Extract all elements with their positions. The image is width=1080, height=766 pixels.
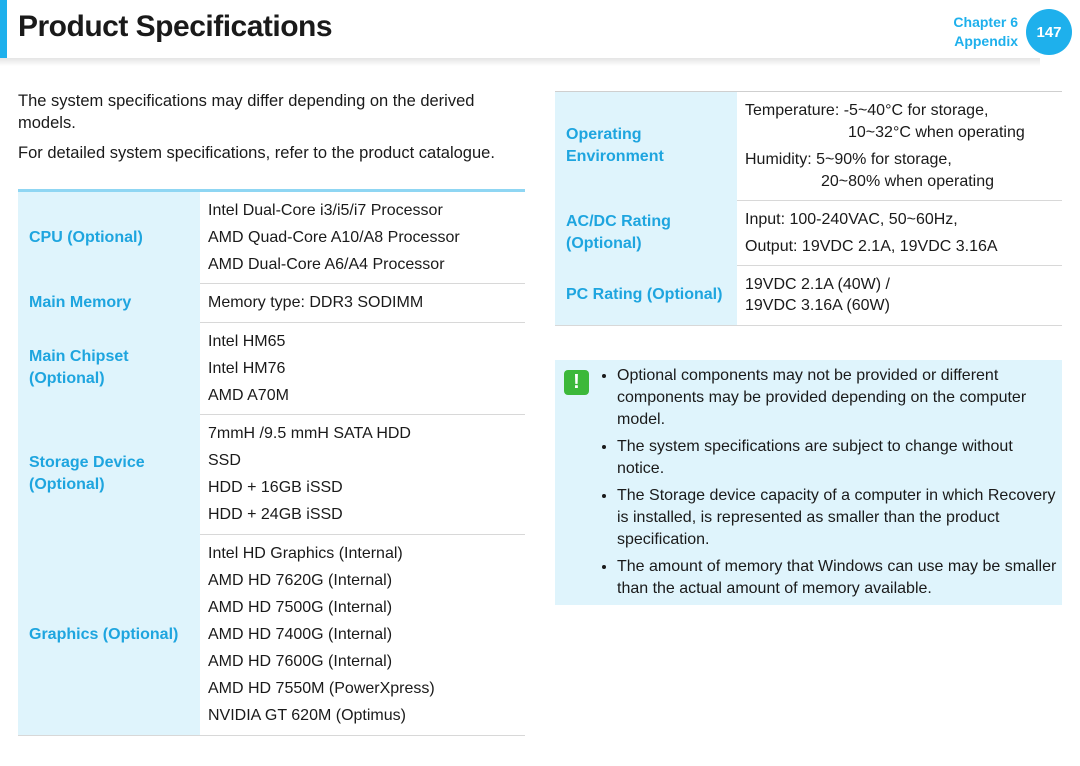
page-title: Product Specifications [18, 10, 333, 43]
spec-table-left: CPU (Optional) Intel Dual-Core i3/i5/i7 P… [18, 189, 525, 736]
spec-label: Main Chipset (Optional) [18, 322, 200, 414]
chapter-label: Chapter 6 Appendix [953, 13, 1018, 51]
spec-value: AMD A70M [208, 386, 289, 404]
spec-value: AMD Quad-Core A10/A8 Processor [208, 229, 460, 246]
notes-box: ! Optional components may not be provide… [555, 360, 1062, 605]
spec-value: 20~80% when operating [821, 172, 995, 190]
spec-label-line: (Optional) [29, 370, 105, 387]
spec-label: Graphics (Optional) [18, 534, 200, 735]
spec-value: Intel HD Graphics (Internal) [208, 545, 403, 562]
spec-value: AMD HD 7400G (Internal) [208, 626, 393, 643]
spec-value: AMD HD 7500G (Internal) [208, 599, 393, 616]
note-item: The system specifications are subject to… [617, 436, 1057, 480]
spec-label-line: CPU (Optional) [29, 228, 143, 246]
spec-label-line: (Optional) [566, 234, 642, 252]
spec-label-line: Main Chipset [29, 348, 129, 365]
spec-label-line: Main Memory [29, 293, 132, 311]
spec-value: 19VDC 2.1A (40W) / [745, 276, 890, 293]
spec-values: Intel HM65 Intel HM76 AMD A70M [200, 322, 525, 414]
spec-row: Main Chipset (Optional) Intel HM65 Intel HM… [18, 322, 525, 415]
spec-value: SSD [208, 452, 241, 469]
spec-label-line: AC/DC Rating [566, 212, 671, 230]
spec-values: Temperature: -5~40°C for storage, 10~32°C… [737, 92, 1062, 200]
spec-value: AMD HD 7620G (Internal) [208, 572, 393, 589]
spec-value: NVIDIA GT 620M (Optimus) [208, 707, 406, 724]
spec-value: HDD + 16GB iSSD [208, 479, 343, 496]
spec-value: Intel HM65 [208, 332, 286, 350]
intro-text-2: For detailed system specifications, refe… [18, 144, 495, 162]
spec-value: 7mmH /9.5 mmH SATA HDD [208, 425, 411, 442]
spec-value: Humidity: 5~90% for storage, [745, 150, 952, 168]
spec-label: Operating Environment [555, 92, 737, 200]
spec-label-line: Environment [566, 148, 664, 165]
spec-values: Intel HD Graphics (Internal) AMD HD 7620G… [200, 534, 525, 735]
warning-icon: ! [564, 370, 589, 395]
chapter-section: Appendix [954, 33, 1018, 49]
spec-value: AMD Dual-Core A6/A4 Processor [208, 256, 445, 273]
spec-label-line: (Optional) [29, 476, 105, 493]
spec-value: AMD HD 7600G (Internal) [208, 653, 393, 670]
spec-label-line: Operating [566, 126, 642, 143]
spec-label: PC Rating (Optional) [555, 265, 737, 325]
page-number-badge: 147 [1026, 9, 1072, 55]
spec-value: HDD + 24GB iSSD [208, 506, 343, 523]
note-item: The Storage device capacity of a compute… [617, 485, 1057, 551]
header-divider [0, 58, 1040, 66]
spec-values: 19VDC 2.1A (40W) / 19VDC 3.16A (60W) [737, 265, 1062, 325]
spec-row: Main Memory Memory type: DDR3 SODIMM [18, 283, 525, 323]
chapter-number: Chapter 6 [953, 14, 1018, 30]
spec-value: Temperature: -5~40°C for storage, [745, 101, 989, 119]
spec-values: Intel Dual-Core i3/i5/i7 Processor AMD Qu… [200, 192, 525, 283]
header-accent-bar [0, 0, 7, 60]
spec-row: PC Rating (Optional) 19VDC 2.1A (40W) /19… [555, 265, 1062, 326]
note-item: The amount of memory that Windows can us… [617, 556, 1057, 600]
spec-label-line: Graphics (Optional) [29, 625, 179, 643]
spec-row: Operating Environment Temperature: -5~40°C… [555, 92, 1062, 201]
spec-value: Input: 100-240VAC, 50~60Hz, [745, 210, 958, 228]
spec-value: 10~32°C when operating [848, 123, 1025, 141]
spec-value: Output: 19VDC 2.1A, 19VDC 3.16A [745, 237, 998, 255]
spec-value: Intel HM76 [208, 359, 286, 377]
note-item: Optional components may not be provided … [617, 365, 1057, 431]
intro-text-1: The system specifications may differ dep… [18, 92, 475, 132]
spec-row: CPU (Optional) Intel Dual-Core i3/i5/i7 P… [18, 192, 525, 284]
spec-label: CPU (Optional) [18, 192, 200, 283]
spec-label: Storage Device (Optional) [18, 414, 200, 534]
spec-label-line: Storage Device [29, 454, 145, 471]
spec-values: Input: 100-240VAC, 50~60Hz, Output: 19VDC… [737, 200, 1062, 265]
spec-row: AC/DC Rating (Optional) Input: 100-240VAC,… [555, 200, 1062, 266]
spec-value: Memory type: DDR3 SODIMM [208, 294, 424, 311]
notes-list: Optional components may not be provided … [597, 365, 1057, 605]
spec-value: Intel Dual-Core i3/i5/i7 Processor [208, 202, 443, 219]
spec-value: 19VDC 3.16A (60W) [745, 297, 890, 314]
spec-label: Main Memory [18, 283, 200, 322]
spec-values: 7mmH /9.5 mmH SATA HDD SSD HDD + 16GB iSSD… [200, 414, 525, 534]
spec-label: AC/DC Rating (Optional) [555, 200, 737, 265]
spec-label-line: PC Rating (Optional) [566, 286, 723, 303]
spec-row: Storage Device (Optional) 7mmH /9.5 mmH SA… [18, 414, 525, 535]
spec-row: Graphics (Optional) Intel HD Graphics (In… [18, 534, 525, 736]
spec-table-right: Operating Environment Temperature: -5~40°C… [555, 91, 1062, 326]
spec-values: Memory type: DDR3 SODIMM [200, 283, 525, 322]
spec-value: AMD HD 7550M (PowerXpress) [208, 680, 435, 697]
